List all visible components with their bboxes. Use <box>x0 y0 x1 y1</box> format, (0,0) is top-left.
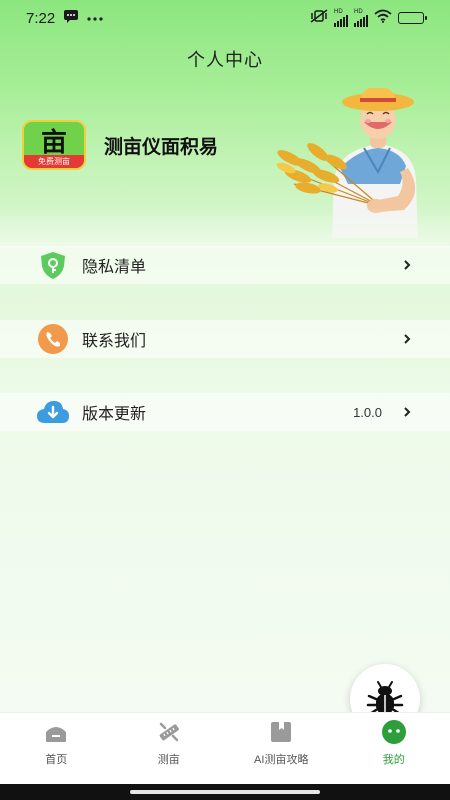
menu-item-contact-us[interactable]: 联系我们 <box>0 320 450 358</box>
status-left: 7:22 <box>26 9 103 27</box>
profile-screen: 7:22 HD HD 个人中心 亩 免费测亩 测亩仪面积易 隐私清单 联系我们 … <box>0 0 450 800</box>
nav-label: 测亩 <box>157 754 180 766</box>
cloud-download-icon <box>36 395 70 429</box>
app-logo-tag: 免费测亩 <box>24 155 84 168</box>
phone-icon <box>36 322 70 356</box>
chevron-right-icon <box>404 407 411 417</box>
vibrate-off-icon <box>310 9 328 27</box>
home-indicator[interactable] <box>130 790 320 794</box>
chevron-right-icon <box>404 334 411 344</box>
nav-item-ai-guide[interactable]: AI测亩攻略 <box>225 713 338 784</box>
menu-item-label: 隐私清单 <box>82 257 147 276</box>
page-title: 个人中心 <box>187 50 263 71</box>
home-icon <box>43 719 69 745</box>
guide-book-icon <box>268 719 294 745</box>
measure-icon <box>156 719 182 745</box>
menu-item-version-update[interactable]: 版本更新 1.0.0 <box>0 393 450 431</box>
bottom-nav: 首页 测亩 AI测亩攻略 我的 <box>0 712 450 784</box>
app-logo: 亩 免费测亩 <box>22 120 86 170</box>
app-logo-glyph: 亩 <box>40 127 67 158</box>
nav-label: 首页 <box>45 754 68 766</box>
app-name: 测亩仪面积易 <box>104 135 219 158</box>
nav-item-measure[interactable]: 测亩 <box>113 713 226 784</box>
nav-label: AI测亩攻略 <box>254 754 309 766</box>
profile-icon <box>381 719 407 745</box>
profile-header: 亩 免费测亩 测亩仪面积易 <box>22 120 218 170</box>
status-right: HD HD <box>310 9 427 27</box>
header-fade <box>0 208 450 248</box>
more-icon <box>87 10 103 26</box>
menu-item-privacy-list[interactable]: 隐私清单 <box>0 246 450 284</box>
menu-item-label: 联系我们 <box>82 331 147 350</box>
battery-icon <box>398 12 427 24</box>
status-bar: 7:22 HD HD <box>0 0 450 36</box>
status-time: 7:22 <box>26 9 56 27</box>
signal-icon: HD <box>354 9 368 27</box>
chevron-right-icon <box>404 260 411 270</box>
menu-item-label: 版本更新 <box>82 404 147 423</box>
wifi-icon <box>374 9 392 27</box>
signal-icon: HD <box>334 9 348 27</box>
gesture-bar <box>0 784 450 800</box>
nav-item-home[interactable]: 首页 <box>0 713 113 784</box>
privacy-shield-icon <box>36 248 70 282</box>
nav-label: 我的 <box>382 754 405 766</box>
message-icon <box>63 9 79 27</box>
nav-item-mine[interactable]: 我的 <box>338 713 450 784</box>
version-number: 1.0.0 <box>353 404 382 420</box>
